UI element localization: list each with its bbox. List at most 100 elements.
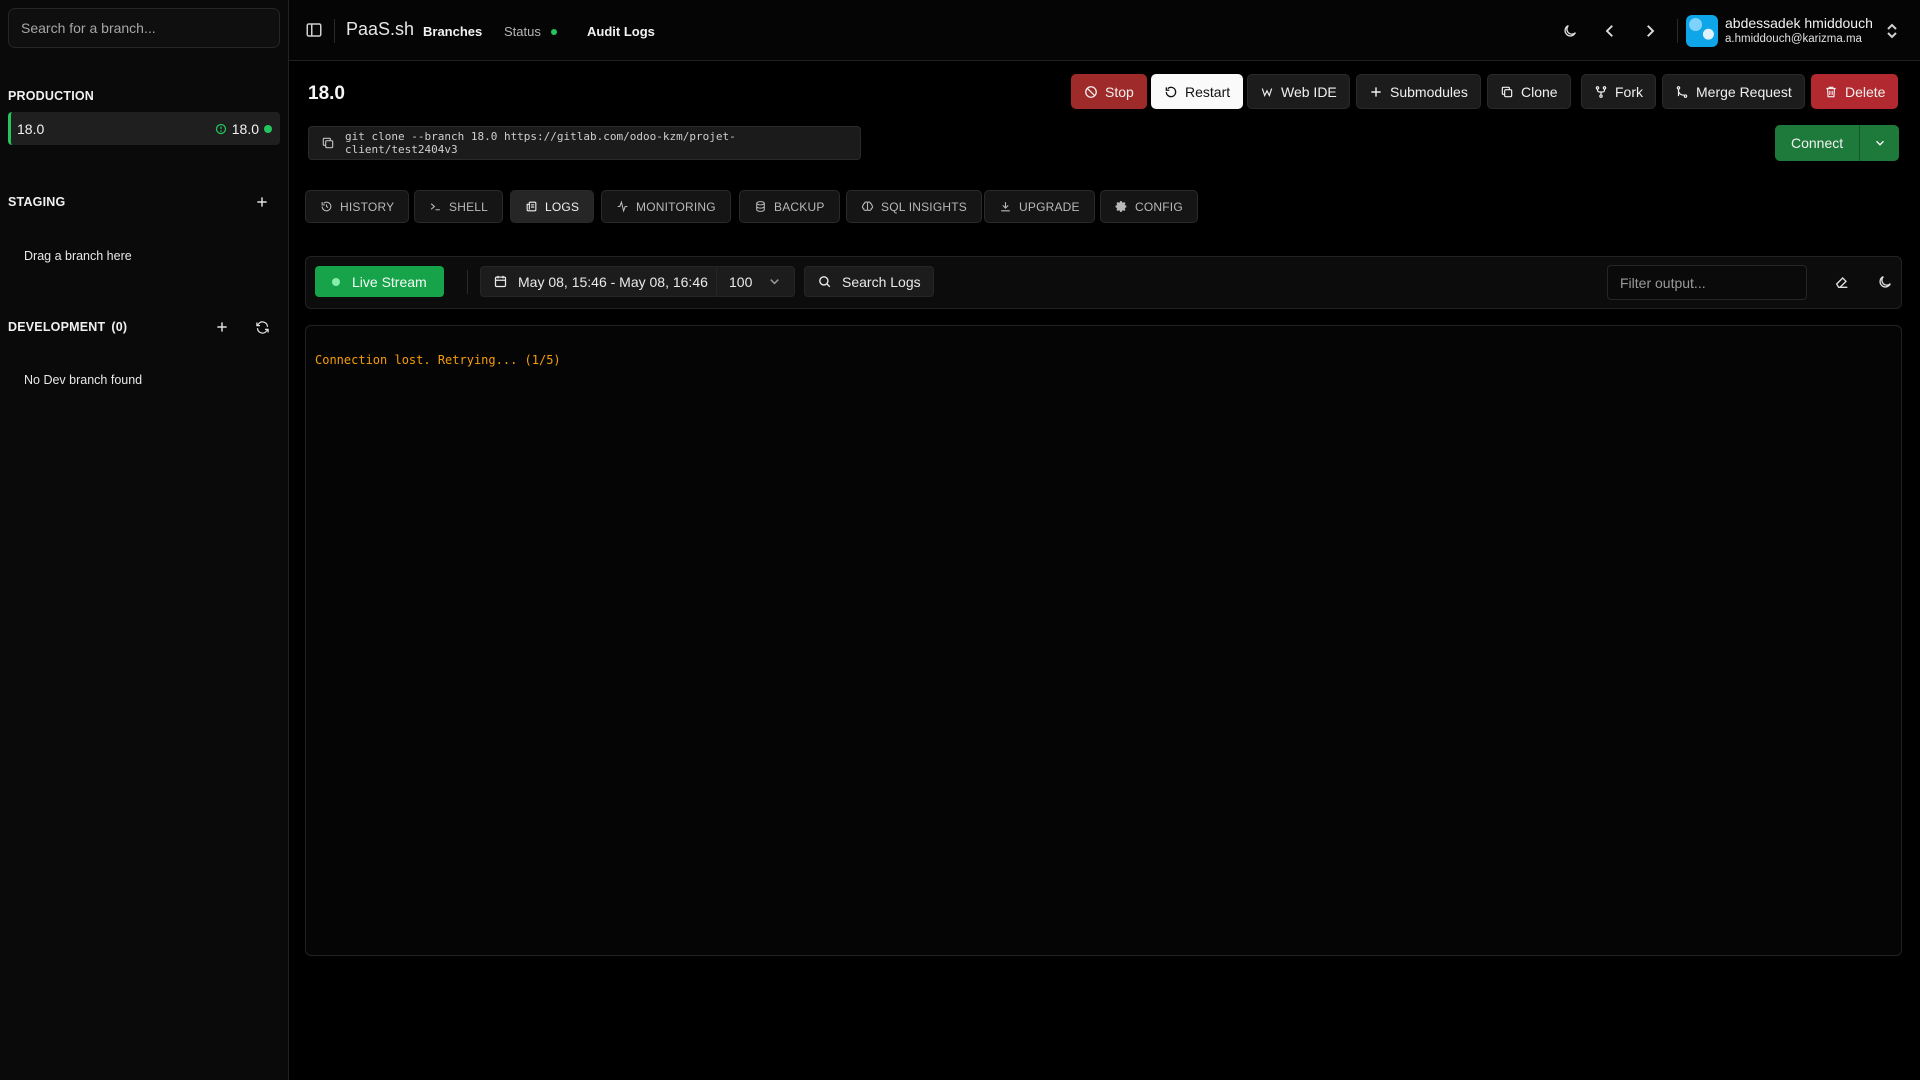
sidebar-toggle-icon[interactable] — [305, 21, 323, 39]
avatar[interactable] — [1686, 15, 1718, 47]
history-icon — [321, 201, 332, 212]
download-icon — [1001, 202, 1010, 212]
staging-heading: STAGING — [8, 195, 66, 209]
merge-icon — [1676, 85, 1688, 98]
brain-icon — [861, 201, 874, 211]
tab-upgrade[interactable]: UPGRADE — [984, 190, 1095, 223]
nav-branches[interactable]: Branches — [423, 24, 482, 39]
user-menu-chevron-icon[interactable] — [1885, 22, 1899, 40]
ide-icon — [1261, 87, 1273, 97]
divider — [467, 270, 468, 294]
tab-monitoring-label: MONITORING — [636, 199, 716, 214]
plus-icon — [1371, 86, 1381, 97]
live-stream-label: Live Stream — [352, 273, 427, 290]
merge-request-button[interactable]: Merge Request — [1662, 74, 1805, 109]
development-heading: DEVELOPMENT (0) — [8, 320, 127, 334]
status-indicator-dot — [550, 28, 557, 35]
clone-command-text: git clone --branch 18.0 https://gitlab.c… — [345, 130, 736, 156]
delete-button[interactable]: Delete — [1811, 74, 1899, 109]
topbar: PaaS.sh Branches Status Audit Logs abdes… — [289, 0, 1920, 61]
eraser-icon[interactable] — [1832, 272, 1852, 292]
log-output-panel[interactable]: Connection lost. Retrying... (1/5) — [305, 325, 1902, 956]
tab-backup[interactable]: BACKUP — [739, 190, 840, 223]
tab-sql-insights-label: SQL INSIGHTS — [881, 199, 967, 214]
user-name: abdessadek hmiddouch — [1725, 15, 1873, 31]
production-branch-item[interactable]: 18.0 18.0 — [8, 112, 280, 145]
branch-version-label: 18.0 — [231, 120, 259, 137]
development-count: (0) — [111, 320, 128, 334]
app-root: PRODUCTION 18.0 18.0 STAGING Drag a bran… — [0, 0, 1920, 1080]
forward-chevron-icon[interactable] — [1639, 20, 1661, 42]
clone-label: Clone — [1521, 83, 1558, 100]
submodules-button[interactable]: Submodules — [1356, 74, 1481, 109]
merge-request-label: Merge Request — [1696, 83, 1792, 100]
restart-icon — [1165, 86, 1177, 97]
user-email: a.hmiddouch@karizma.ma — [1725, 33, 1862, 45]
production-heading: PRODUCTION — [8, 89, 95, 103]
stop-button[interactable]: Stop — [1071, 74, 1147, 109]
branch-title: 18.0 — [308, 83, 345, 104]
branch-search-input[interactable] — [8, 8, 280, 48]
web-ide-button[interactable]: Web IDE — [1247, 74, 1350, 109]
tab-logs[interactable]: LOGS — [510, 190, 595, 223]
web-ide-label: Web IDE — [1281, 83, 1337, 100]
back-chevron-icon[interactable] — [1599, 20, 1621, 42]
divider — [334, 19, 335, 43]
tab-history[interactable]: HISTORY — [305, 190, 410, 223]
add-development-icon[interactable] — [212, 317, 232, 337]
tab-monitoring[interactable]: MONITORING — [601, 190, 731, 223]
copy-icon[interactable] — [321, 136, 335, 150]
clone-command-box[interactable]: git clone --branch 18.0 https://gitlab.c… — [308, 126, 861, 160]
tab-shell[interactable]: SHELL — [414, 190, 504, 223]
search-logs-label: Search Logs — [842, 273, 921, 290]
copy-icon — [1501, 86, 1513, 97]
development-empty-text: No Dev branch found — [24, 373, 143, 387]
activity-icon — [617, 200, 628, 213]
fork-label: Fork — [1615, 83, 1643, 100]
live-stream-button[interactable]: Live Stream — [315, 266, 444, 297]
divider — [1677, 19, 1678, 43]
add-staging-icon[interactable] — [252, 192, 272, 212]
gear-icon — [1115, 201, 1127, 212]
connect-button[interactable]: Connect — [1775, 125, 1860, 161]
sidebar: PRODUCTION 18.0 18.0 STAGING Drag a bran… — [0, 0, 289, 1080]
date-range-picker[interactable]: May 08, 15:46 - May 08, 16:46 — [480, 266, 721, 297]
tab-shell-label: SHELL — [449, 199, 489, 214]
tab-backup-label: BACKUP — [774, 199, 825, 214]
filter-output-input[interactable] — [1607, 265, 1807, 300]
terminal-icon — [430, 203, 440, 211]
logs-toolbar: Live Stream May 08, 15:46 - May 08, 16:4… — [305, 256, 1902, 309]
fork-button[interactable]: Fork — [1581, 74, 1656, 109]
branch-version: 18.0 — [215, 121, 272, 137]
nav-status[interactable]: Status — [504, 24, 557, 39]
version-circle-icon — [215, 123, 226, 134]
development-heading-label: DEVELOPMENT — [8, 320, 106, 334]
scroll-icon — [526, 201, 537, 212]
trash-icon — [1826, 86, 1836, 97]
ban-icon — [1085, 85, 1097, 98]
restart-label: Restart — [1185, 83, 1231, 100]
clone-button[interactable]: Clone — [1487, 74, 1571, 109]
branch-name: 18.0 — [17, 120, 45, 137]
restart-button[interactable]: Restart — [1151, 74, 1244, 109]
database-icon — [756, 201, 765, 212]
line-count-select[interactable]: 100 — [716, 266, 795, 297]
date-range-label: May 08, 15:46 - May 08, 16:46 — [518, 273, 708, 290]
theme-moon-icon[interactable] — [1559, 20, 1581, 42]
tab-sql-insights[interactable]: SQL INSIGHTS — [846, 190, 982, 223]
live-dot — [332, 277, 340, 286]
tab-history-label: HISTORY — [340, 199, 395, 214]
theme-moon-icon[interactable] — [1875, 272, 1895, 292]
search-logs-button[interactable]: Search Logs — [804, 266, 934, 297]
tab-config-label: CONFIG — [1135, 199, 1183, 214]
nav-audit-logs[interactable]: Audit Logs — [587, 24, 655, 39]
refresh-icon[interactable] — [252, 317, 272, 337]
stop-label: Stop — [1105, 83, 1134, 100]
line-count-value: 100 — [729, 273, 753, 290]
brand-title: PaaS.sh — [346, 19, 415, 39]
connect-dropdown-chevron-icon[interactable] — [1859, 125, 1900, 161]
calendar-icon — [494, 275, 507, 288]
fork-icon — [1595, 85, 1607, 98]
tab-config[interactable]: CONFIG — [1100, 190, 1198, 223]
status-dot — [264, 124, 272, 133]
